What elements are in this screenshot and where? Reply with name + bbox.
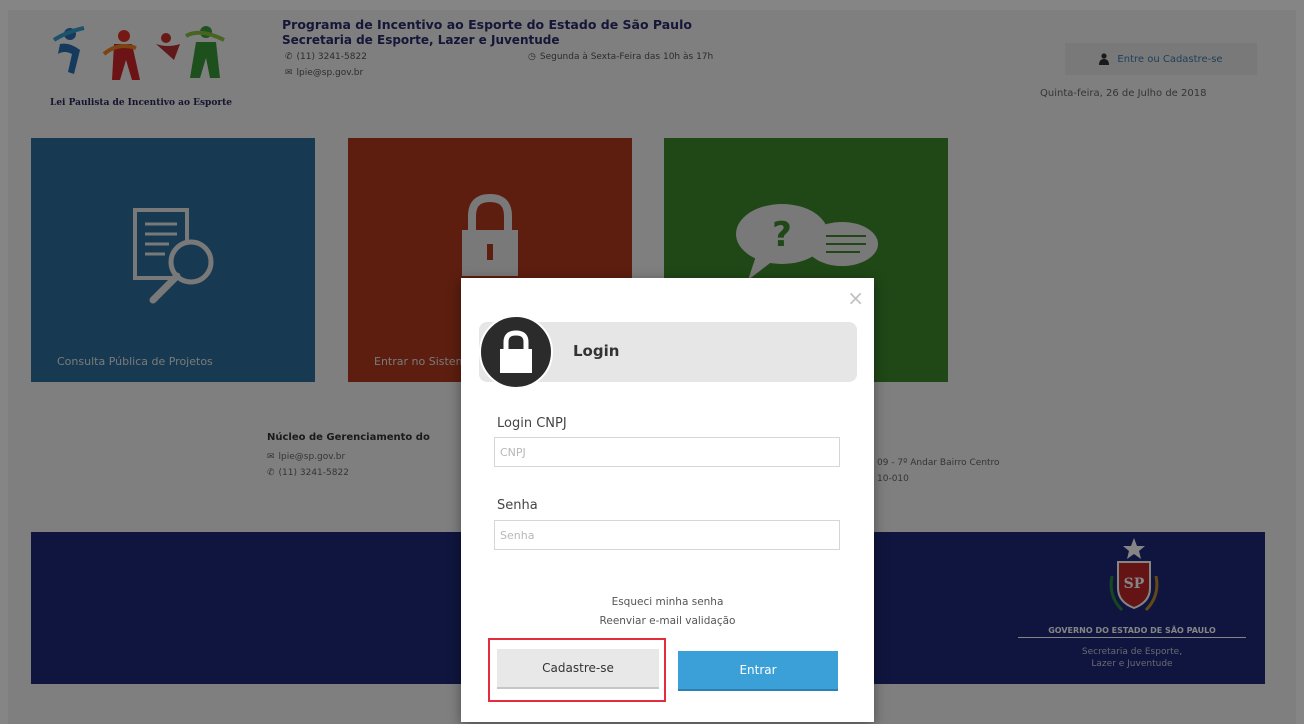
lock-icon (500, 330, 532, 373)
cnpj-label: Login CNPJ (497, 416, 567, 431)
resend-validation-link[interactable]: Reenviar e-mail validação (461, 615, 874, 627)
login-submit-button[interactable]: Entrar (678, 651, 838, 691)
forgot-password-link[interactable]: Esqueci minha senha (461, 596, 874, 608)
password-input[interactable] (494, 520, 840, 550)
login-title: Login (573, 342, 620, 360)
cnpj-input[interactable] (494, 437, 840, 467)
login-lock-badge (479, 315, 553, 389)
close-icon[interactable]: × (847, 286, 864, 310)
login-modal: × Login Login CNPJ Senha Esqueci minha s… (461, 278, 874, 722)
senha-label: Senha (497, 498, 538, 513)
register-button[interactable]: Cadastre-se (497, 649, 659, 689)
